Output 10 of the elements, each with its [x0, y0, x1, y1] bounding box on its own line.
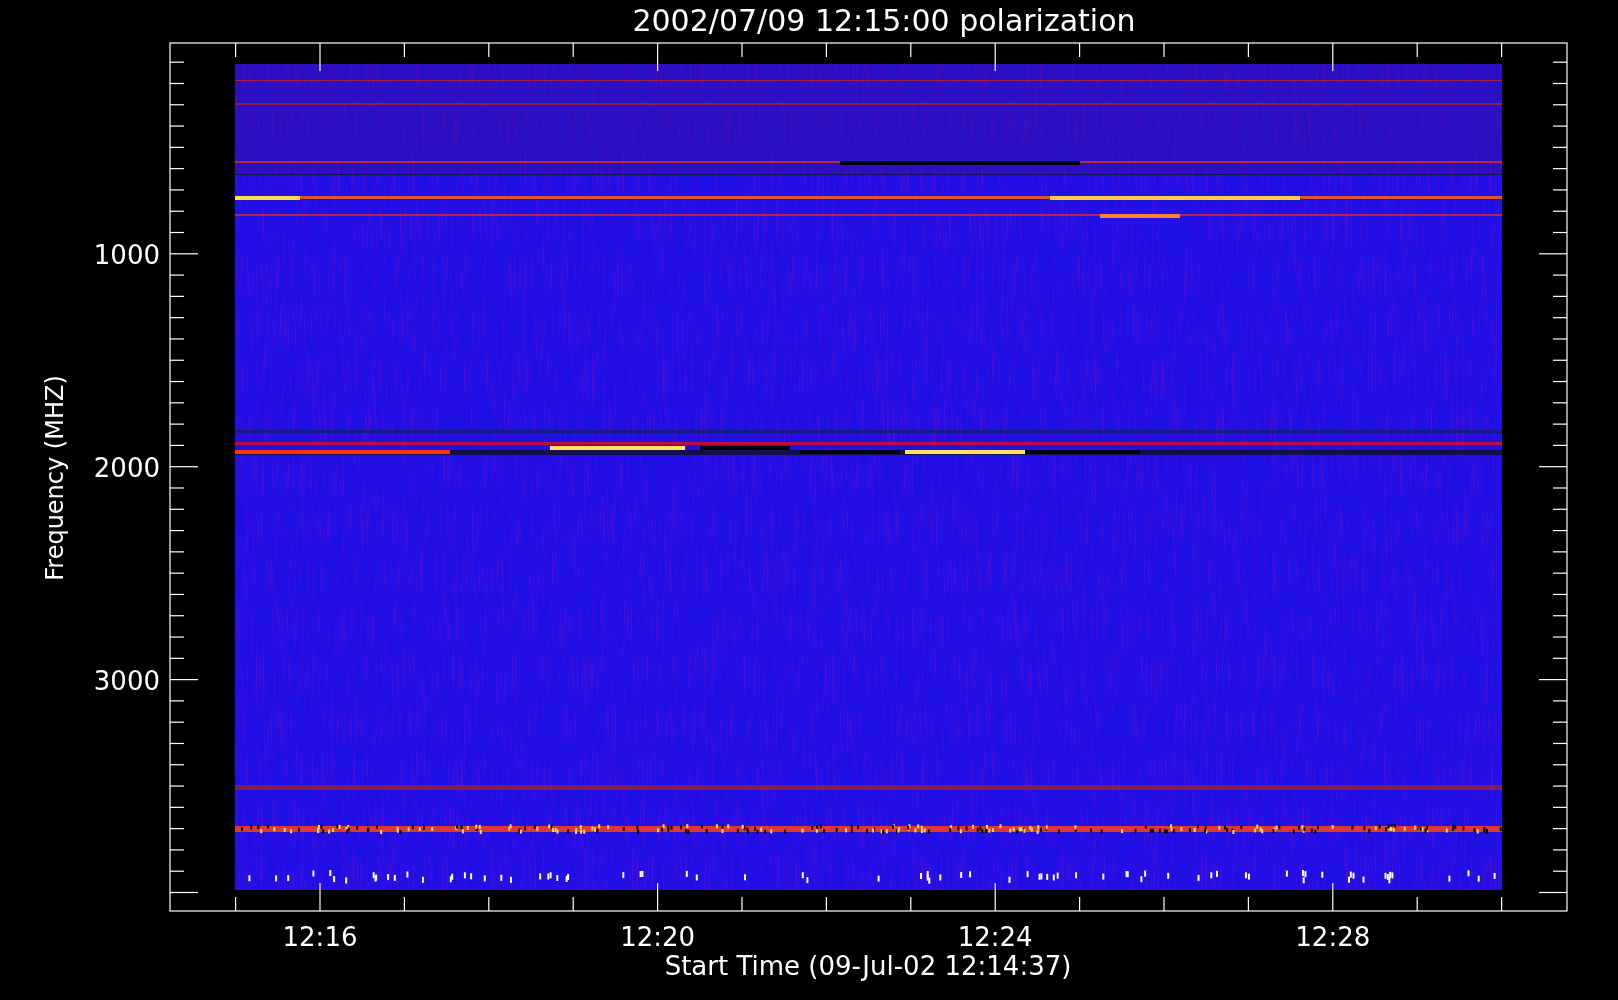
y-tick-label: 3000 — [93, 665, 160, 696]
y-tick-label: 2000 — [93, 452, 160, 483]
y-axis-label: Frequency (MHZ) — [41, 375, 69, 581]
x-axis-label: Start Time (09-Jul-02 12:14:37) — [664, 951, 1072, 981]
x-tick-label: 12:28 — [1295, 922, 1371, 952]
x-tick-label: 12:16 — [282, 922, 358, 952]
chart-title: 2002/07/09 12:15:00 polarization — [632, 3, 1136, 38]
x-tick-label: 12:24 — [957, 922, 1033, 952]
x-tick-label: 12:20 — [620, 922, 696, 952]
y-tick-label: 1000 — [93, 239, 160, 270]
